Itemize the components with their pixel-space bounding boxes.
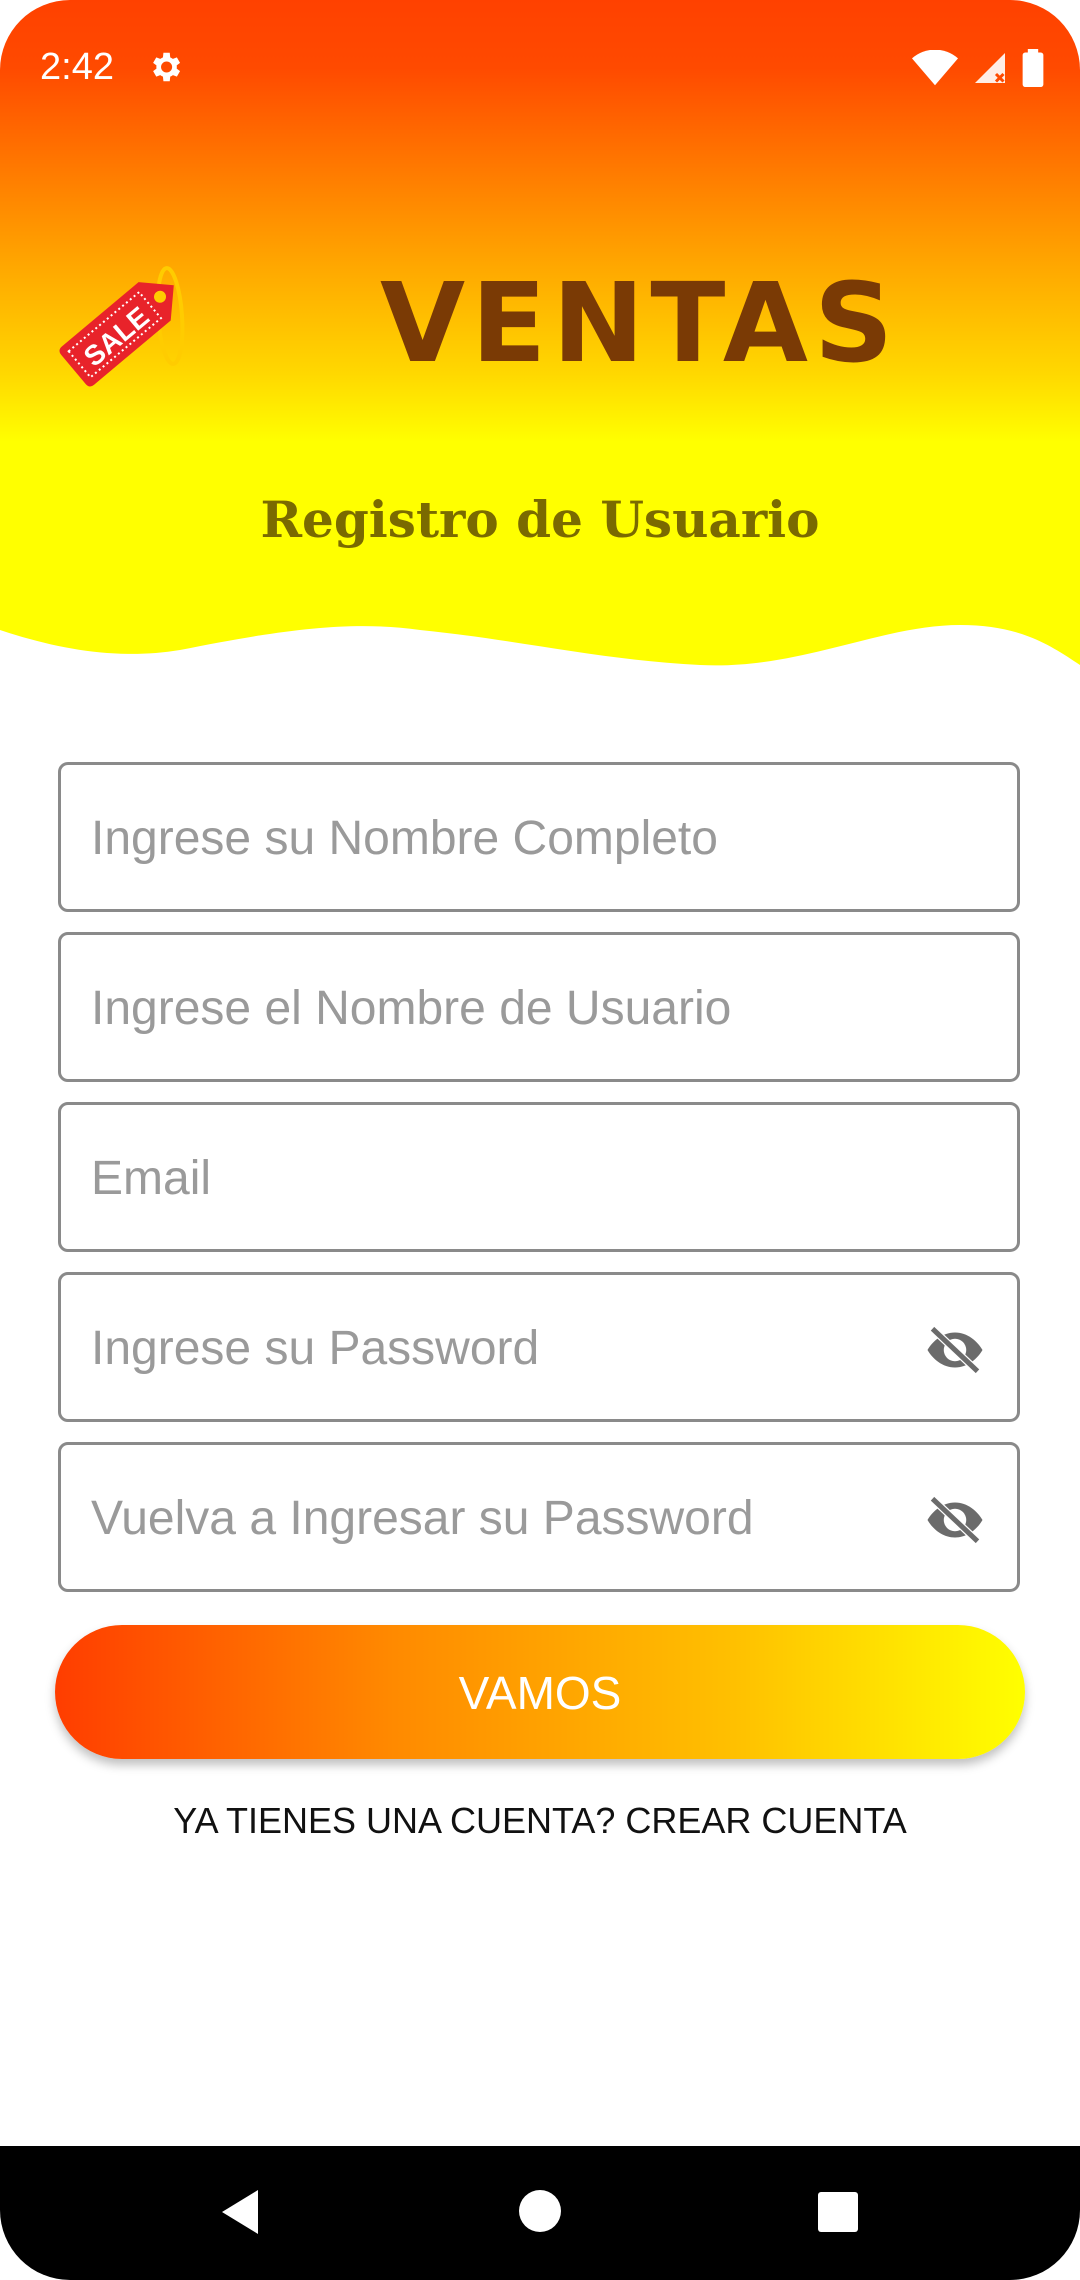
visibility-off-icon[interactable] [923, 1325, 987, 1375]
recent-apps-icon[interactable] [818, 2192, 858, 2232]
status-icons [912, 48, 1044, 88]
password-field[interactable] [58, 1272, 1020, 1422]
submit-button[interactable]: VAMOS [55, 1625, 1025, 1759]
full-name-input[interactable] [89, 765, 913, 911]
battery-icon [1022, 49, 1044, 87]
settings-gear-icon [153, 52, 181, 82]
status-bar: 2:42 [0, 0, 1080, 140]
create-account-link[interactable]: YA TIENES UNA CUENTA? CREAR CUENTA [0, 1800, 1080, 1842]
sale-tag-logo: SALE [59, 266, 185, 387]
visibility-off-icon[interactable] [923, 1495, 987, 1545]
confirm-password-input[interactable] [89, 1445, 913, 1591]
email-field[interactable] [58, 1102, 1020, 1252]
status-time: 2:42 [40, 46, 114, 88]
page-subtitle: Registro de Usuario [260, 490, 820, 549]
phone-screen: 2:42 SALE VENTAS Registro de Usuario Ing… [0, 0, 1080, 2280]
navigation-bar [0, 2146, 1080, 2280]
confirm-password-field[interactable] [58, 1442, 1020, 1592]
header-wave [0, 625, 1080, 700]
app-title: VENTAS [380, 259, 900, 387]
cell-signal-icon [975, 53, 1005, 83]
username-field[interactable] [58, 932, 1020, 1082]
username-input[interactable] [89, 935, 913, 1081]
wifi-icon [912, 50, 958, 86]
home-icon[interactable] [519, 2190, 561, 2232]
full-name-field[interactable] [58, 762, 1020, 912]
password-input[interactable] [89, 1275, 913, 1421]
email-input[interactable] [89, 1105, 913, 1251]
back-icon[interactable] [218, 2186, 262, 2238]
